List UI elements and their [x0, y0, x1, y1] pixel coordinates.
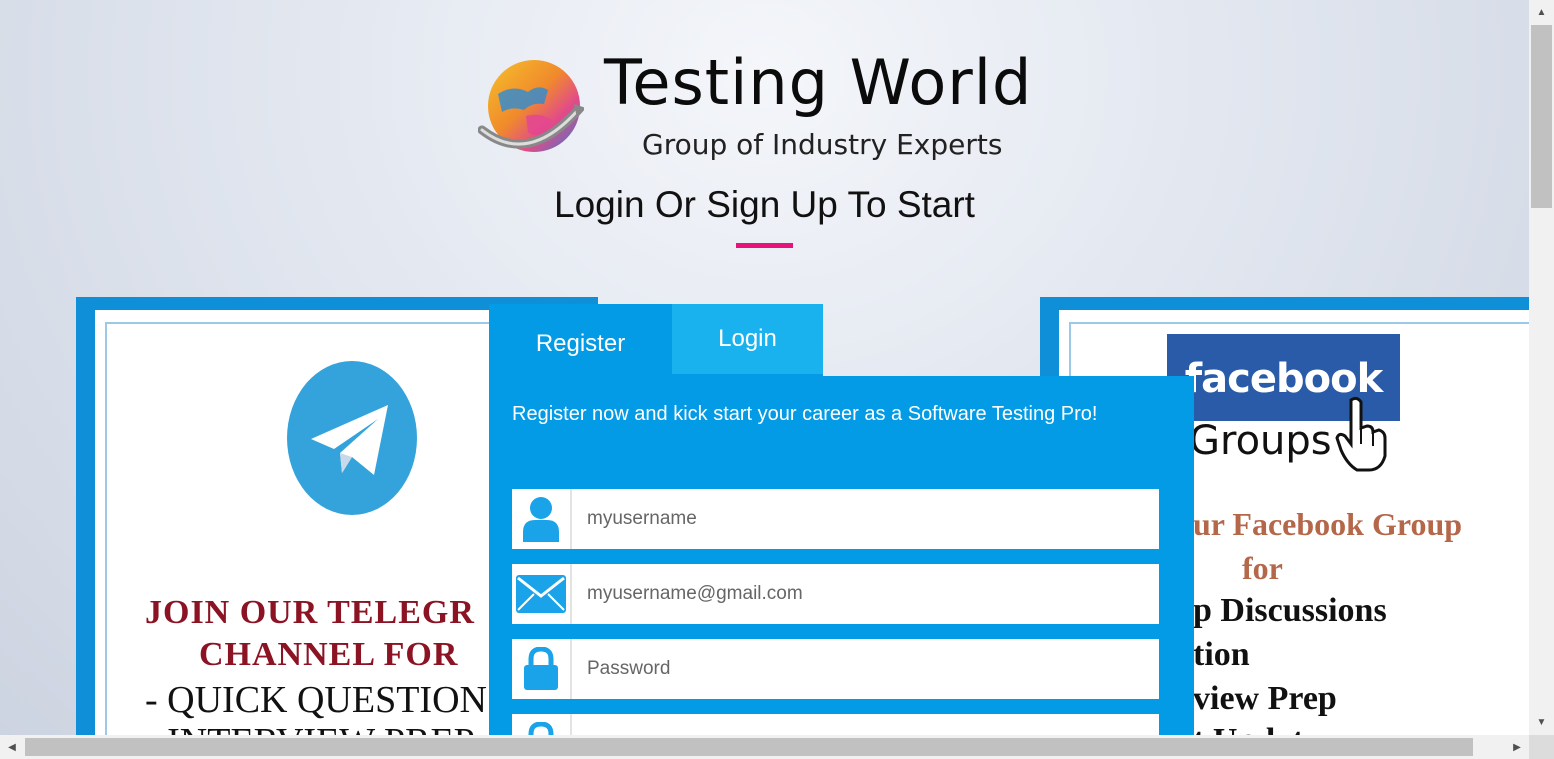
telegram-bullet-1: - QUICK QUESTION [145, 679, 487, 721]
password-field [512, 639, 1159, 699]
telegram-heading-line2: CHANNEL FOR [199, 636, 459, 673]
logo-subtitle: Group of Industry Experts [642, 128, 1003, 161]
lock-icon [512, 639, 572, 699]
user-icon [512, 489, 572, 549]
register-panel: Register now and kick start your career … [489, 376, 1194, 735]
facebook-bullet-1: p Discussions [1193, 592, 1387, 629]
password-input[interactable] [573, 639, 1153, 699]
telegram-bullet-2: - INTERVIEW PREP [145, 720, 475, 735]
scroll-left-arrow-icon[interactable]: ◀ [2, 735, 22, 759]
scroll-down-arrow-icon[interactable]: ▼ [1529, 712, 1554, 732]
title-underline [736, 243, 793, 248]
facebook-groups-label: Groups [1189, 418, 1332, 464]
facebook-heading-line1: ur Facebook Group [1193, 506, 1463, 542]
telegram-heading-line1: JOIN OUR TELEGR [145, 594, 475, 631]
username-input[interactable] [573, 489, 1153, 549]
scrollbar-corner [1529, 735, 1554, 759]
lock-icon [512, 714, 572, 735]
username-field [512, 489, 1159, 549]
email-field [512, 564, 1159, 624]
hand-pointer-icon [1335, 396, 1387, 472]
tab-register[interactable]: Register [489, 304, 672, 376]
globe-logo-icon [478, 60, 584, 152]
scroll-up-arrow-icon[interactable]: ▲ [1529, 2, 1554, 22]
vertical-scroll-thumb[interactable] [1531, 25, 1552, 208]
logo-title: Testing World [604, 46, 1033, 119]
tab-login[interactable]: Login [672, 304, 823, 376]
horizontal-scrollbar[interactable]: ◀ ▶ [0, 735, 1529, 759]
telegram-icon [287, 361, 417, 515]
confirm-password-input[interactable] [573, 714, 1153, 735]
horizontal-scroll-thumb[interactable] [25, 738, 1473, 756]
page-title: Login Or Sign Up To Start [554, 184, 975, 225]
vertical-scrollbar[interactable]: ▲ ▼ [1529, 0, 1554, 735]
page-viewport: Testing World Group of Industry Experts … [0, 0, 1529, 735]
site-logo[interactable]: Testing World Group of Industry Experts [474, 46, 1064, 166]
confirm-password-field [512, 714, 1159, 735]
facebook-heading-line2: for [1242, 550, 1283, 586]
facebook-bullet-3: view Prep [1193, 680, 1337, 717]
facebook-bullet-4: t Updates [1193, 722, 1332, 735]
email-input[interactable] [573, 564, 1153, 624]
scroll-right-arrow-icon[interactable]: ▶ [1507, 735, 1527, 759]
mail-icon [512, 564, 572, 624]
facebook-bullet-2: tion [1193, 636, 1250, 673]
register-intro-text: Register now and kick start your career … [512, 403, 1098, 425]
